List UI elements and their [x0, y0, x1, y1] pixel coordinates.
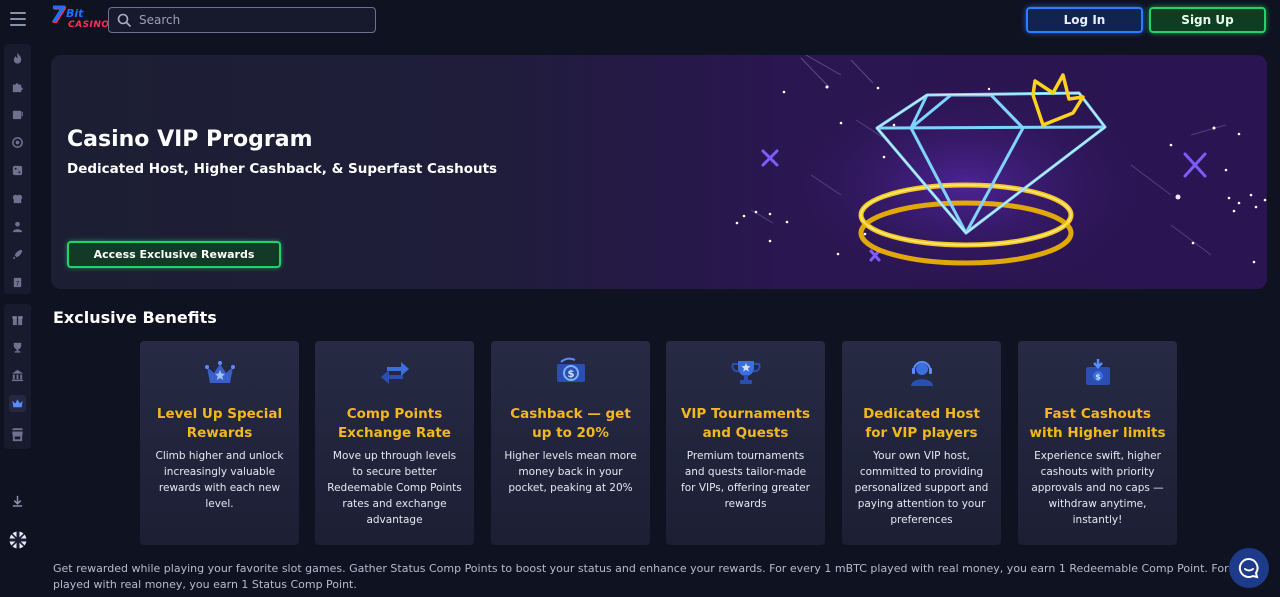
benefit-title: Dedicated Host for VIP players [863, 406, 980, 441]
logo[interactable]: 7 Bit CASINO [50, 3, 109, 35]
info-line: played with real money, you earn 1 Statu… [53, 578, 357, 591]
search-box[interactable] [108, 7, 376, 33]
dice-icon[interactable] [9, 162, 26, 179]
cashback-icon: $ [557, 357, 585, 382]
benefit-description: Climb higher and unlock increasingly val… [155, 450, 284, 510]
cashout-icon: $ [1086, 359, 1110, 385]
benefit-card: Dedicated Host for VIP players Your own … [842, 341, 1001, 545]
download-icon[interactable] [9, 493, 26, 510]
hero-subtitle: Dedicated Host, Higher Cashback, & Super… [67, 161, 498, 177]
section-title: Exclusive Benefits [53, 308, 217, 327]
jackpot-icon[interactable]: 7 [9, 274, 26, 291]
vip-hero-banner: Casino VIP Program Dedicated Host, Highe… [51, 55, 1267, 289]
chat-icon [1238, 557, 1259, 579]
benefit-description: Move up through levels to secure better … [327, 450, 462, 526]
logo-number: 7 [50, 3, 66, 28]
language-flag-icon[interactable] [8, 530, 27, 549]
benefit-description: Higher levels mean more money back in yo… [504, 450, 637, 494]
exchange-arrows-icon [381, 362, 409, 384]
trophy-icon[interactable] [9, 339, 26, 356]
benefit-title: VIP Tournaments and Quests [680, 406, 811, 441]
bank-icon[interactable] [9, 367, 26, 384]
mailbox-icon[interactable] [9, 428, 26, 445]
slots-icon[interactable] [9, 106, 26, 123]
benefit-card: Comp Points Exchange Rate Move up throug… [315, 341, 474, 545]
benefit-card: $ Fast Cashouts with Higher limits Exper… [1018, 341, 1177, 545]
benefit-description: Premium tournaments and quests tailor-ma… [681, 450, 810, 510]
login-button[interactable]: Log In [1026, 7, 1143, 33]
live-chat-button[interactable] [1229, 548, 1269, 588]
benefit-title: Level Up Special Rewards [156, 406, 283, 441]
diamond-illustration [735, 55, 1267, 289]
svg-text:$: $ [1095, 373, 1101, 382]
benefit-title: Cashback — get up to 20% [510, 406, 631, 441]
benefit-title: Comp Points Exchange Rate [338, 406, 451, 441]
logo-casino: CASINO [68, 20, 110, 30]
benefit-description: Your own VIP host, committed to providin… [854, 450, 989, 526]
page-title: Casino VIP Program [67, 127, 313, 152]
access-rewards-button[interactable]: Access Exclusive Rewards [67, 241, 281, 268]
crown-icon [205, 361, 235, 383]
trophy-icon [731, 361, 761, 384]
svg-text:$: $ [568, 369, 575, 380]
gift-icon[interactable] [9, 311, 26, 328]
benefit-card: VIP Tournaments and Quests Premium tourn… [666, 341, 825, 545]
benefit-card: Level Up Special Rewards Climb higher an… [140, 341, 299, 545]
target-icon[interactable] [9, 134, 26, 151]
sidebar-games: 7 [4, 44, 31, 294]
search-input[interactable] [139, 13, 359, 27]
cards-icon[interactable] [9, 190, 26, 207]
rocket-icon[interactable] [9, 246, 26, 263]
info-line: Get rewarded while playing your favorite… [53, 562, 1233, 575]
logo-bit: Bit [66, 7, 84, 20]
svg-text:7: 7 [15, 279, 19, 287]
headset-host-icon [911, 361, 933, 386]
benefit-card: $ Cashback — get up to 20% Higher levels… [491, 341, 650, 545]
crown-icon[interactable] [9, 395, 26, 412]
search-icon [117, 13, 131, 27]
benefit-description: Experience swift, higher cashouts with p… [1031, 450, 1164, 526]
signup-button[interactable]: Sign Up [1149, 7, 1266, 33]
top-bar: 7 Bit CASINO Log In Sign Up [0, 0, 1280, 40]
benefit-title: Fast Cashouts with Higher limits [1029, 406, 1166, 441]
puzzle-icon[interactable] [9, 78, 26, 95]
menu-icon[interactable] [10, 12, 26, 26]
dealer-icon[interactable] [9, 218, 26, 235]
fire-icon[interactable] [9, 50, 26, 67]
comp-points-info: Get rewarded while playing your favorite… [53, 561, 1233, 593]
